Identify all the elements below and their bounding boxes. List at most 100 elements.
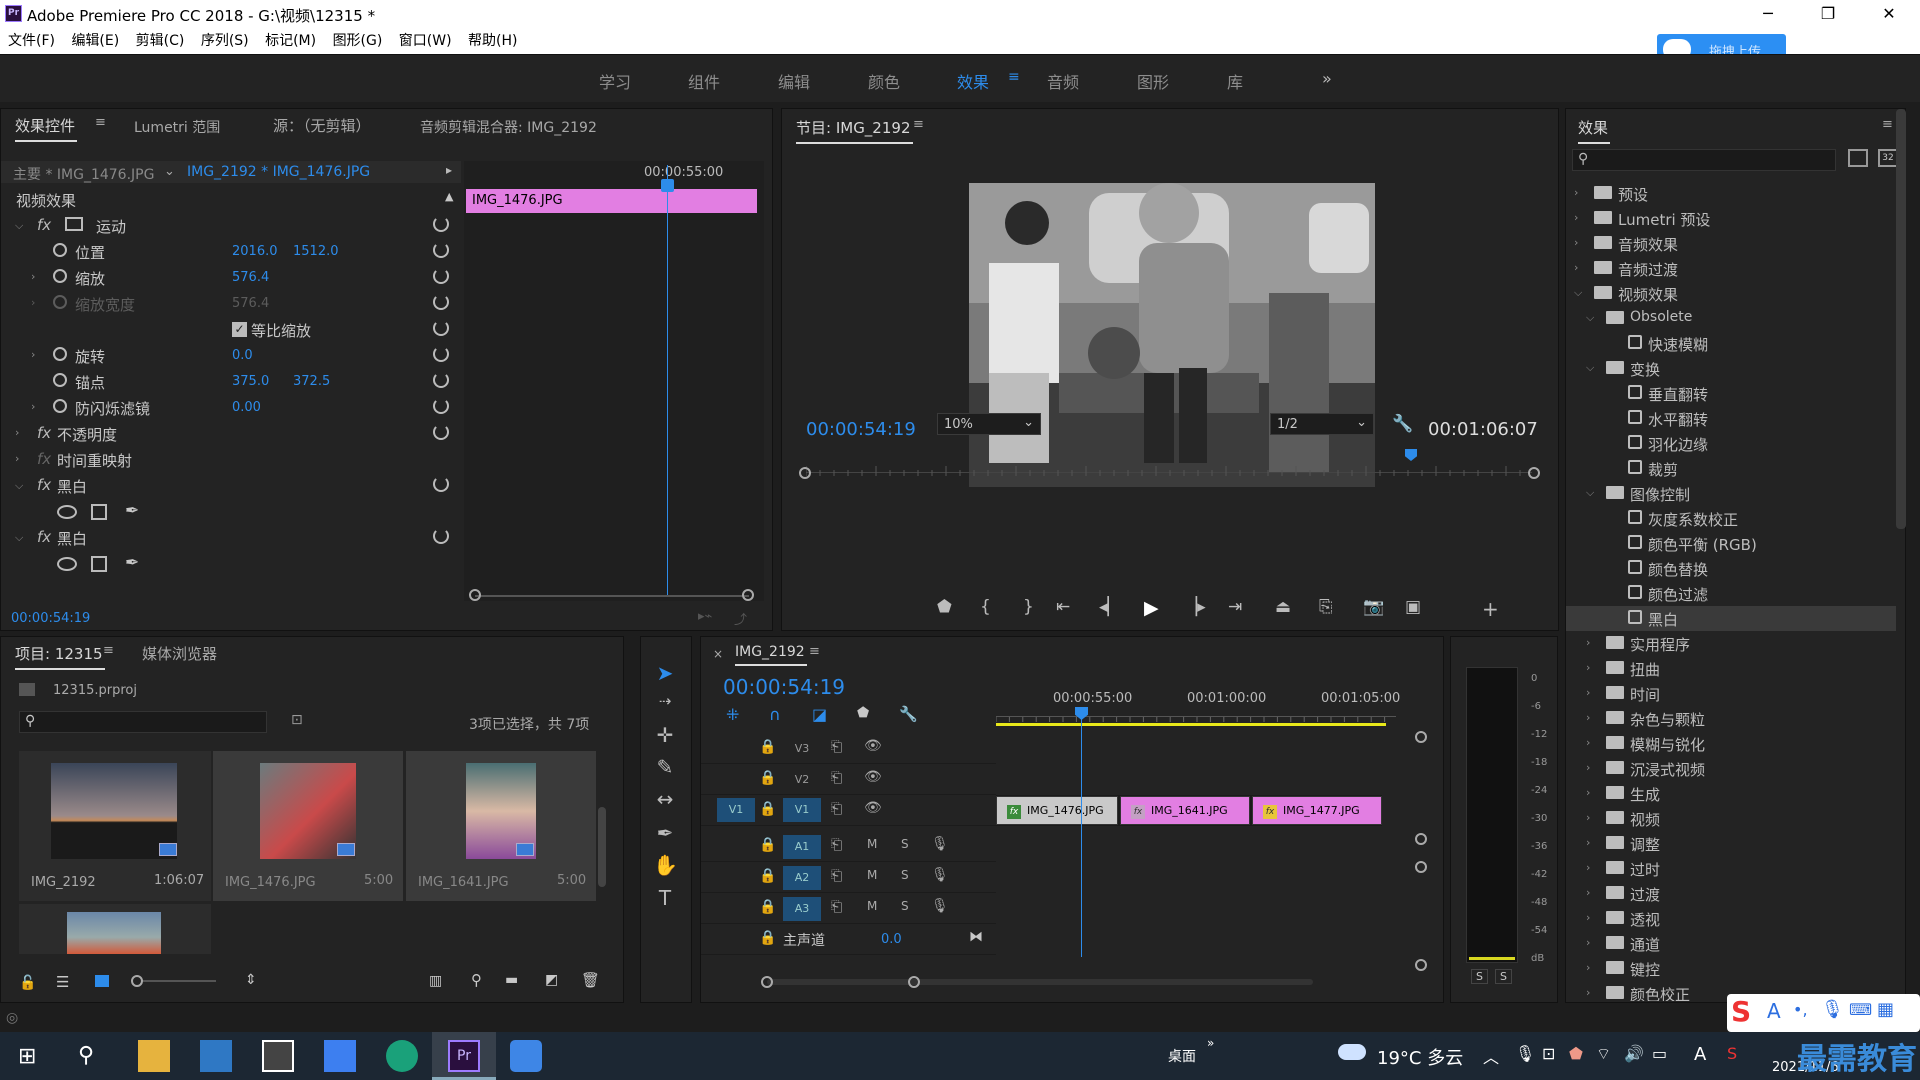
tab-project[interactable]: 项目: 12315 <box>15 643 105 670</box>
track-label[interactable]: A1 <box>783 835 821 859</box>
slider-handle[interactable] <box>742 589 754 601</box>
black-white-row-2[interactable]: ⌵ fx 黑白 <box>1 525 461 551</box>
solo-left-button[interactable]: S <box>1471 969 1488 984</box>
master-volume-value[interactable]: 0.0 <box>881 932 902 947</box>
network-icon[interactable]: ⌔ <box>1596 1044 1611 1064</box>
mini-playhead[interactable] <box>667 165 668 595</box>
effect-tree-item[interactable]: › 透视 <box>1566 906 1896 931</box>
rectangle-mask-icon[interactable] <box>91 504 107 520</box>
effect-tree-item[interactable]: ⌵ Obsolete <box>1566 306 1896 331</box>
tab-media-browser[interactable]: 媒体浏览器 <box>142 643 217 664</box>
ellipse-mask-icon[interactable] <box>57 557 77 571</box>
punctuation-icon[interactable]: •, <box>1793 1000 1808 1019</box>
solo-right-button[interactable]: S <box>1495 969 1512 984</box>
trash-icon[interactable]: 🗑 <box>581 971 600 989</box>
expand-chevron-icon[interactable]: › <box>31 270 35 283</box>
file-explorer-icon[interactable] <box>138 1040 170 1072</box>
sync-lock-icon[interactable]: ⎗ <box>831 801 842 817</box>
feishu-icon[interactable] <box>324 1040 356 1072</box>
effects-search-input[interactable]: ⚲ <box>1572 149 1836 171</box>
expand-chevron-icon[interactable]: › <box>31 348 35 361</box>
collapse-chevron-icon[interactable]: ⌵ <box>1574 286 1582 300</box>
volume-icon[interactable]: 🔊 <box>1624 1044 1644 1063</box>
panel-menu-icon[interactable]: ≡ <box>809 644 820 659</box>
mute-button[interactable]: M <box>867 837 877 851</box>
effect-tree-item[interactable]: 垂直翻转 <box>1566 381 1896 406</box>
reset-icon[interactable] <box>433 372 449 388</box>
go-to-end-icon[interactable]: ⧓ <box>969 929 983 945</box>
toolbox-icon[interactable]: ▦ <box>1877 999 1894 1020</box>
linked-selection-icon[interactable]: ◪ <box>812 705 827 724</box>
workspace-audio[interactable]: 音频 <box>1047 69 1079 93</box>
ellipse-mask-icon[interactable] <box>57 505 77 519</box>
timeline-clip[interactable]: fx IMG_1641.JPG <box>1120 796 1250 825</box>
new-item-icon[interactable]: ◩ <box>545 972 558 988</box>
timeline-playhead[interactable] <box>1081 713 1082 957</box>
sync-lock-icon[interactable]: ⎗ <box>831 868 842 884</box>
effect-tree-item[interactable]: › 音频效果 <box>1566 231 1896 256</box>
timeline-clip[interactable]: fx IMG_1476.JPG <box>996 796 1118 825</box>
slider-handle[interactable] <box>469 589 481 601</box>
effect-tree-item[interactable]: 颜色替换 <box>1566 556 1896 581</box>
program-playhead[interactable] <box>1405 449 1417 461</box>
effect-tree-item[interactable]: 水平翻转 <box>1566 406 1896 431</box>
expand-chevron-icon[interactable]: › <box>15 426 19 439</box>
expand-chevron-icon[interactable]: › <box>1586 786 1590 799</box>
eye-icon[interactable]: 👁 <box>864 769 882 785</box>
lock-icon[interactable]: 🔒 <box>759 899 776 915</box>
search-icon[interactable]: ⚲ <box>78 1043 94 1068</box>
project-item[interactable]: IMG_1641.JPG 5:00 <box>406 751 596 901</box>
project-search-input[interactable]: ⚲ <box>19 711 267 733</box>
effect-tree-item[interactable]: ⌵ 变换 <box>1566 356 1896 381</box>
stopwatch-icon[interactable] <box>53 243 67 257</box>
collapse-chevron-icon[interactable]: ⌵ <box>1586 361 1594 375</box>
type-tool-icon[interactable]: T <box>653 886 677 910</box>
snap-icon[interactable]: ∩ <box>769 705 781 724</box>
fx-icon[interactable]: fx <box>37 528 51 546</box>
expand-chevron-icon[interactable]: › <box>1586 811 1590 824</box>
tray-app-icon[interactable]: ⊡ <box>1542 1044 1555 1063</box>
effect-tree-item[interactable]: › Lumetri 预设 <box>1566 206 1896 231</box>
project-item[interactable] <box>19 904 211 954</box>
reset-icon[interactable] <box>433 398 449 414</box>
wrench-icon[interactable]: 🔧 <box>1392 414 1413 434</box>
zoom-dropdown[interactable]: 10% ⌄ <box>937 413 1041 435</box>
minimize-button[interactable]: ─ <box>1745 0 1791 28</box>
workspace-learn[interactable]: 学习 <box>599 69 631 93</box>
thumbnail-size-handle[interactable] <box>131 975 143 987</box>
effect-tree-item[interactable]: › 时间 <box>1566 681 1896 706</box>
pen-tool-icon[interactable]: ✒ <box>653 821 677 845</box>
expand-chevron-icon[interactable]: ⌵ <box>15 219 23 233</box>
reset-icon[interactable] <box>433 216 449 232</box>
microphone-icon[interactable]: 🎙 <box>1515 1044 1535 1063</box>
work-area-bar[interactable] <box>996 723 1386 726</box>
eye-icon[interactable]: 👁 <box>864 800 882 816</box>
effect-tree-item[interactable]: › 音频过渡 <box>1566 256 1896 281</box>
sequence-clip-label[interactable]: IMG_2192 * IMG_1476.JPG <box>187 164 370 180</box>
lock-icon[interactable]: 🔒 <box>759 868 776 884</box>
camera-icon[interactable]: 📷 <box>1363 597 1384 617</box>
anchor-x-value[interactable]: 375.0 <box>232 374 269 389</box>
expand-chevron-icon[interactable]: › <box>1586 661 1590 674</box>
effect-tree-item[interactable]: › 键控 <box>1566 956 1896 981</box>
expand-chevron-icon[interactable]: ⌵ <box>15 531 23 545</box>
black-white-row-1[interactable]: ⌵ fx 黑白 <box>1 473 461 499</box>
transform-icon[interactable] <box>65 217 83 231</box>
effect-mini-timeline[interactable]: 00:00:55:00 IMG_1476.JPG <box>464 161 764 601</box>
effect-tree-item[interactable]: 羽化边缘 <box>1566 431 1896 456</box>
tablet-app-icon[interactable] <box>510 1040 542 1072</box>
accelerated-effects-icon[interactable] <box>1848 149 1868 167</box>
voice-input-icon[interactable]: 🎙 <box>1821 999 1844 1020</box>
scroll-handle[interactable] <box>761 976 773 988</box>
toolbar-chevron-icon[interactable]: » <box>1207 1036 1214 1050</box>
opacity-row[interactable]: › fx 不透明度 <box>1 421 461 447</box>
ime-mode[interactable]: A <box>1767 999 1781 1023</box>
menu-window[interactable]: 窗口(W) <box>399 28 452 54</box>
tab-effect-controls[interactable]: 效果控件 <box>15 115 78 142</box>
panel-menu-icon[interactable]: ≡ <box>913 117 924 132</box>
mark-out-icon[interactable]: } <box>1023 597 1034 617</box>
timeline-settings-icon[interactable]: 🔧 <box>899 705 918 723</box>
close-tab-icon[interactable]: × <box>713 647 723 661</box>
find-bin-icon[interactable]: ⊡ <box>291 712 303 728</box>
scroll-handle[interactable] <box>1415 959 1427 971</box>
